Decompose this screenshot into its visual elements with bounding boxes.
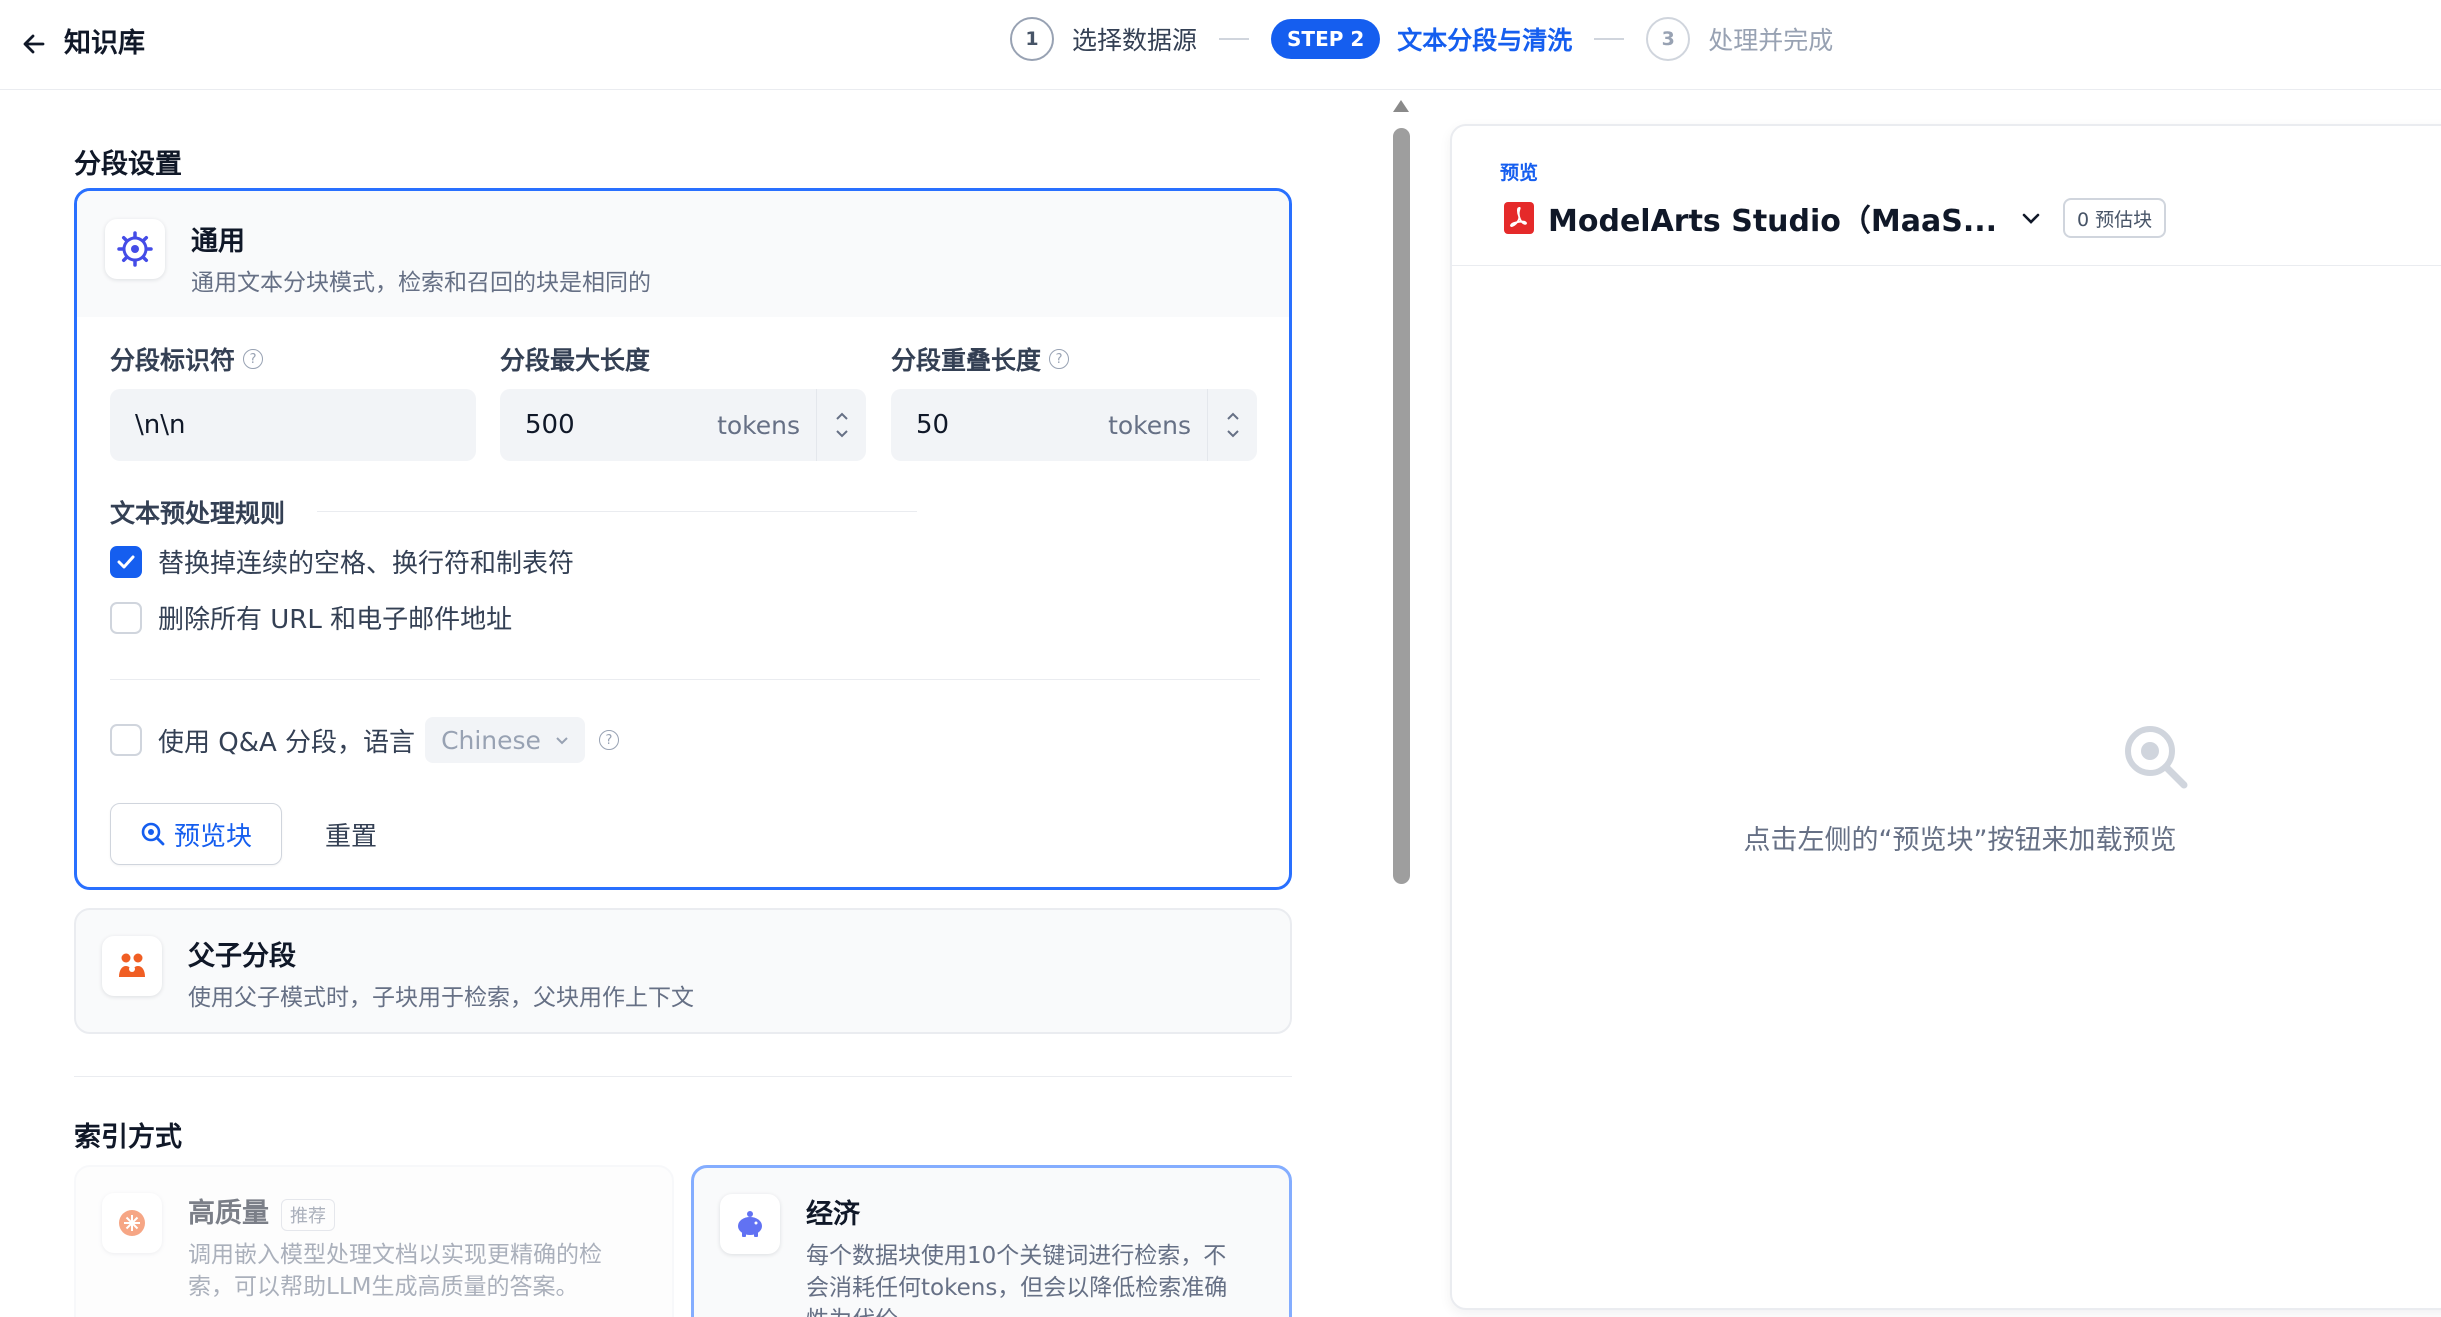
- rule-whitespace-row[interactable]: 替换掉连续的空格、换行符和制表符: [110, 543, 574, 580]
- general-card-header: 通用 通用文本分块模式，检索和召回的块是相同的: [77, 191, 1289, 317]
- identifier-value: \n\n: [135, 410, 186, 440]
- max-length-label: 分段最大长度: [500, 341, 650, 377]
- section-divider: [74, 1076, 1292, 1077]
- rule-url-label: 删除所有 URL 和电子邮件地址: [158, 605, 513, 635]
- high-quality-title-text: 高质量: [188, 1198, 269, 1229]
- document-selector[interactable]: ModelArts Studio（MaaS... 0 预估块: [1504, 196, 2167, 240]
- document-name: ModelArts Studio（MaaS...: [1548, 204, 1998, 239]
- chevron-down-icon[interactable]: [835, 429, 849, 438]
- step-3-label: 处理并完成: [1708, 26, 1834, 55]
- empty-state-text: 点击左侧的“预览块”按钮来加载预览: [1743, 825, 2177, 856]
- max-length-unit: tokens: [717, 410, 800, 440]
- qa-label: 使用 Q&A 分段，语言: [158, 727, 416, 758]
- overlap-label-text: 分段重叠长度: [891, 346, 1042, 375]
- step-separator: [1594, 38, 1625, 40]
- economy-title: 经济: [806, 1199, 860, 1230]
- economy-desc-1: 每个数据块使用10个关键词进行检索，不: [806, 1243, 1227, 1269]
- stepper: 1 选择数据源 STEP 2 文本分段与清洗 3 处理并完成: [1010, 17, 1833, 61]
- general-desc: 通用文本分块模式，检索和召回的块是相同的: [191, 270, 651, 296]
- index-section-title: 索引方式: [74, 1122, 182, 1153]
- preview-chunks-label: 预览块: [173, 821, 252, 852]
- overlap-unit: tokens: [1108, 410, 1191, 440]
- identifier-label-text: 分段标识符: [110, 346, 236, 375]
- overlap-label: 分段重叠长度 ?: [891, 341, 1070, 377]
- overlap-stepper[interactable]: [1207, 389, 1257, 461]
- step-2-badge: STEP 2: [1271, 19, 1381, 59]
- step-1-label: 选择数据源: [1072, 26, 1198, 55]
- search-preview-icon: [141, 822, 165, 846]
- step-3-number: 3: [1646, 17, 1691, 61]
- high-quality-icon: [102, 1193, 162, 1253]
- parent-child-desc: 使用父子模式时，子块用于检索，父块用作上下文: [188, 985, 694, 1011]
- high-quality-title: 高质量 推荐: [188, 1191, 335, 1231]
- max-length-label-text: 分段最大长度: [500, 346, 651, 375]
- high-quality-card[interactable]: 高质量 推荐 调用嵌入模型处理文档以实现更精确的检 索，可以帮助LLM生成高质量的…: [74, 1165, 674, 1317]
- economy-card[interactable]: 经济 每个数据块使用10个关键词进行检索，不 会消耗任何tokens，但会以降低…: [691, 1165, 1292, 1317]
- segment-section-title: 分段设置: [74, 149, 182, 180]
- recommended-badge: 推荐: [281, 1198, 335, 1231]
- preview-tag: 预览: [1500, 162, 1539, 184]
- chevron-up-icon[interactable]: [1226, 412, 1240, 421]
- chevron-up-icon[interactable]: [835, 412, 849, 421]
- check-icon: [117, 555, 135, 568]
- parent-child-mode-card[interactable]: 父子分段 使用父子模式时，子块用于检索，父块用作上下文: [74, 908, 1292, 1034]
- economy-desc-2: 会消耗任何tokens，但会以降低检索准确: [806, 1275, 1228, 1301]
- empty-state: 点击左侧的“预览块”按钮来加载预览: [1452, 818, 2441, 857]
- empty-search-icon: [2120, 721, 2190, 795]
- help-icon[interactable]: ?: [598, 730, 619, 750]
- rules-divider: [317, 511, 917, 512]
- identifier-input[interactable]: \n\n: [110, 389, 476, 461]
- qa-row[interactable]: 使用 Q&A 分段，语言 Chinese ?: [110, 717, 619, 763]
- help-icon[interactable]: ?: [243, 349, 264, 369]
- preview-chunks-button[interactable]: 预览块: [110, 803, 282, 865]
- high-quality-desc-2: 索，可以帮助LLM生成高质量的答案。: [188, 1274, 579, 1300]
- preview-panel-header: 预览 ModelArts Studio（MaaS... 0 预估块: [1452, 126, 2441, 266]
- rule-url-checkbox[interactable]: [110, 601, 142, 634]
- chevron-down-icon: [556, 736, 568, 744]
- rules-title: 文本预处理规则: [110, 499, 286, 528]
- qa-language-value: Chinese: [441, 725, 541, 755]
- rule-whitespace-checkbox[interactable]: [110, 545, 142, 578]
- chevron-down-icon[interactable]: [1226, 429, 1240, 438]
- preview-panel: 预览 ModelArts Studio（MaaS... 0 预估块 点击左侧的“…: [1450, 124, 2441, 1310]
- step-2-label: 文本分段与清洗: [1397, 26, 1573, 55]
- help-icon[interactable]: ?: [1049, 349, 1070, 369]
- reset-button[interactable]: 重置: [325, 803, 377, 865]
- estimated-chunks-badge: 0 预估块: [2063, 198, 2167, 238]
- top-header: 知识库 1 选择数据源 STEP 2 文本分段与清洗 3 处理并完成: [0, 0, 2441, 90]
- chevron-down-icon[interactable]: [2021, 212, 2041, 224]
- economy-desc-3: 性为代价: [806, 1300, 898, 1317]
- back-arrow-icon[interactable]: [12, 22, 56, 66]
- scroll-up-arrow-icon[interactable]: [1393, 100, 1409, 112]
- max-length-stepper[interactable]: [816, 389, 866, 461]
- overlap-input[interactable]: 50 tokens: [891, 389, 1257, 461]
- parent-child-title: 父子分段: [188, 941, 296, 972]
- app-title: 知识库: [64, 28, 145, 59]
- rule-whitespace-label: 替换掉连续的空格、换行符和制表符: [158, 549, 575, 579]
- step-separator: [1219, 38, 1250, 40]
- parent-child-icon: [102, 936, 162, 996]
- gear-icon: [105, 219, 165, 279]
- scrollbar-thumb[interactable]: [1393, 128, 1410, 884]
- rule-url-row[interactable]: 删除所有 URL 和电子邮件地址: [110, 599, 512, 636]
- max-length-value: 500: [525, 410, 575, 440]
- general-title: 通用: [191, 226, 245, 257]
- piggy-bank-icon: [720, 1194, 780, 1254]
- max-length-input[interactable]: 500 tokens: [500, 389, 866, 461]
- qa-checkbox[interactable]: [110, 724, 142, 756]
- identifier-label: 分段标识符 ?: [110, 341, 264, 377]
- options-divider: [110, 679, 1260, 680]
- high-quality-desc-1: 调用嵌入模型处理文档以实现更精确的检: [188, 1242, 602, 1268]
- step-1-number: 1: [1010, 17, 1054, 61]
- qa-language-select[interactable]: Chinese: [425, 717, 585, 763]
- overlap-value: 50: [916, 410, 950, 440]
- general-mode-card[interactable]: 通用 通用文本分块模式，检索和召回的块是相同的 分段标识符 ? \n\n 分段最…: [74, 188, 1292, 890]
- pdf-file-icon: [1504, 202, 1534, 234]
